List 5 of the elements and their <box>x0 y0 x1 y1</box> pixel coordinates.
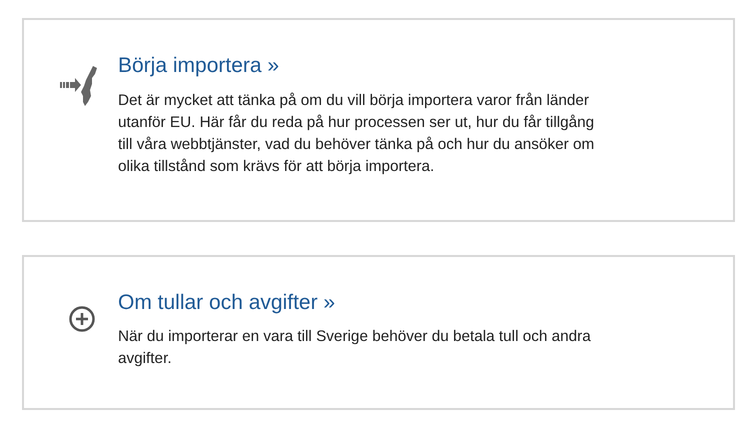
card-description: När du importerar en vara till Sverige behöver du betala tull och andra avgifter. <box>118 327 592 369</box>
card-title-link[interactable]: Om tullar och avgifter » <box>118 286 336 318</box>
card-title-link[interactable]: Börja importera » <box>118 50 280 82</box>
plus-circle-icon <box>68 304 96 332</box>
card-description: Det är mycket att tänka på om du vill börja importera varor från länder utanför EU. Här får du reda på hur processen ser ut, hur du får tillgång till våra webbtjänster, vad du behöver tänka på och hur du ansöker om olika tillstånd som krävs för att börja importera. <box>118 90 596 176</box>
